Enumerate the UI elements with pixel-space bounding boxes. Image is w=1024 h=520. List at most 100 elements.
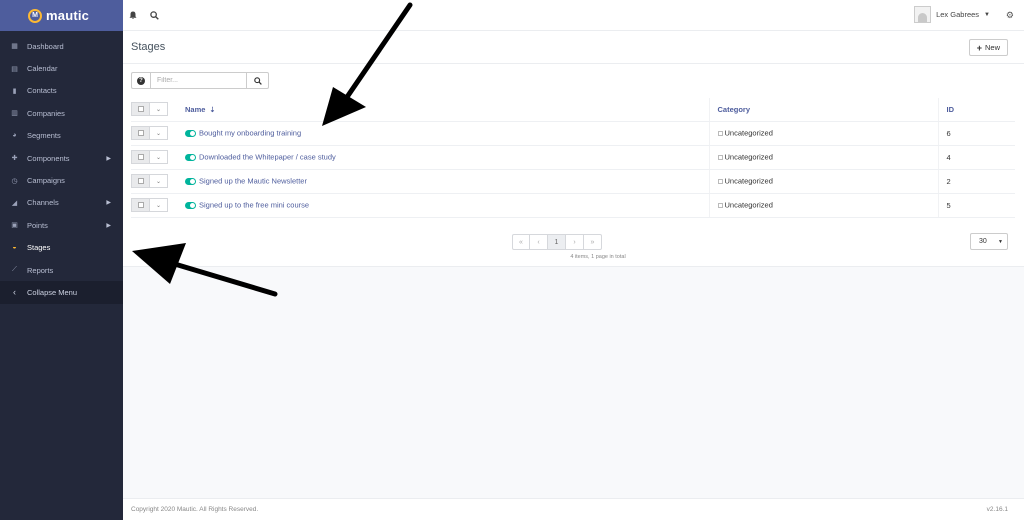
row-actions-dropdown[interactable]: ⌄ <box>150 174 168 188</box>
pagination-info: 4 items, 1 page in total <box>570 254 626 260</box>
row-checkbox[interactable] <box>131 126 150 140</box>
sort-icon: ⇣ <box>209 106 216 114</box>
gear-icon[interactable]: ⚙ <box>1006 10 1014 21</box>
stage-name-link[interactable]: Signed up the Mautic Newsletter <box>199 177 307 186</box>
puzzle-icon: ✚ <box>11 155 18 163</box>
category-color-icon <box>717 178 723 184</box>
table-header-row: ⌄ Name ⇣ Category ID <box>131 98 1015 122</box>
bell-icon[interactable] <box>128 10 138 20</box>
category-color-icon <box>717 130 723 136</box>
row-actions-dropdown[interactable]: ⌄ <box>150 150 168 164</box>
contact-icon: ▮ <box>12 87 17 95</box>
table-row: ⌄ Downloaded the Whitepaper / case study… <box>131 145 1015 170</box>
published-toggle[interactable] <box>185 129 196 137</box>
caret-right-icon: ▶ <box>106 222 111 229</box>
sidebar-item-points[interactable]: ▣ Points ▶ <box>0 214 123 236</box>
row-checkbox[interactable] <box>131 174 150 188</box>
search-icon[interactable] <box>149 10 159 20</box>
new-button-label: New <box>984 43 1000 52</box>
published-toggle[interactable] <box>185 153 196 161</box>
published-toggle[interactable] <box>185 177 196 185</box>
category-label: Uncategorized <box>724 176 773 186</box>
sidebar-item-label: Dashboard <box>27 41 64 51</box>
select-all-checkbox[interactable] <box>131 102 150 117</box>
stage-id: 4 <box>946 152 951 162</box>
next-page-button[interactable]: › <box>566 234 584 250</box>
filter-search-button[interactable] <box>247 72 269 89</box>
search-icon <box>253 76 262 85</box>
question-icon: ? <box>137 76 145 85</box>
user-menu[interactable]: Lex Gabrees ▼ <box>914 6 990 23</box>
sidebar-item-campaigns[interactable]: ◷ Campaigns <box>0 169 123 191</box>
collapse-menu-button[interactable]: ‹ Collapse Menu <box>0 281 123 304</box>
sidebar-item-label: Calendar <box>27 64 58 74</box>
sidebar-item-calendar[interactable]: ▤ Calendar <box>0 57 123 79</box>
sidebar-item-label: Companies <box>27 108 65 118</box>
row-actions-dropdown[interactable]: ⌄ <box>150 198 168 212</box>
page-1-button[interactable]: 1 <box>548 234 566 250</box>
chevron-down-icon: ▼ <box>984 11 990 18</box>
sidebar-item-label: Channels <box>27 198 59 208</box>
sidebar-item-channels[interactable]: ◢ Channels ▶ <box>0 192 123 214</box>
calculator-icon: ▣ <box>11 222 18 230</box>
sidebar-item-segments[interactable]: ◕ Segments <box>0 125 123 147</box>
prev-page-button[interactable]: ‹ <box>530 234 548 250</box>
brand-logo[interactable]: M mautic <box>0 0 123 31</box>
bell-icon-svg <box>129 11 137 19</box>
content-background <box>123 267 1024 498</box>
category-label: Uncategorized <box>724 200 773 210</box>
tachometer-icon: ◒ <box>12 244 17 252</box>
calendar-icon: ▤ <box>11 65 18 73</box>
version-text: v2.16.1 <box>986 506 1008 513</box>
row-checkbox[interactable] <box>131 198 150 212</box>
sidebar-item-label: Reports <box>27 265 54 275</box>
sidebar-item-components[interactable]: ✚ Components ▶ <box>0 147 123 169</box>
pagination: « ‹ 1 › » <box>512 234 602 250</box>
filter-bar: ? <box>131 72 269 89</box>
sidebar-item-dashboard[interactable]: ▦ Dashboard <box>0 35 123 57</box>
column-header-name[interactable]: Name ⇣ <box>177 98 709 122</box>
stage-id: 6 <box>946 128 951 138</box>
table-row: ⌄ Signed up the Mautic Newsletter Uncate… <box>131 169 1015 194</box>
last-page-button[interactable]: » <box>584 234 602 250</box>
category-label: Uncategorized <box>724 128 773 138</box>
column-header-id[interactable]: ID <box>937 98 1015 122</box>
category-color-icon <box>717 202 723 208</box>
sidebar-item-companies[interactable]: ▥ Companies <box>0 102 123 124</box>
mautic-logo-icon: M <box>28 8 42 23</box>
new-button[interactable]: + New <box>968 39 1008 56</box>
published-toggle[interactable] <box>185 201 196 209</box>
stage-id: 5 <box>946 200 951 210</box>
caret-down-icon: ▼ <box>998 238 1003 245</box>
column-header-name-label: Name <box>185 104 206 114</box>
bulk-actions-dropdown[interactable]: ⌄ <box>150 102 168 117</box>
row-actions-dropdown[interactable]: ⌄ <box>150 126 168 140</box>
stage-name-link[interactable]: Bought my onboarding training <box>199 129 301 138</box>
sidebar-item-contacts[interactable]: ▮ Contacts <box>0 80 123 102</box>
stage-name-link[interactable]: Signed up to the free mini course <box>199 201 309 210</box>
search-icon-svg <box>149 10 159 20</box>
pie-chart-icon: ◕ <box>12 132 17 140</box>
building-icon: ▥ <box>11 110 18 118</box>
column-header-category[interactable]: Category <box>708 98 938 122</box>
category-label: Uncategorized <box>724 152 773 162</box>
copyright-text: Copyright 2020 Mautic. All Rights Reserv… <box>131 506 259 513</box>
main-nav: ▦ Dashboard ▤ Calendar ▮ Contacts ▥ Comp… <box>0 35 123 304</box>
first-page-button[interactable]: « <box>512 234 530 250</box>
row-checkbox[interactable] <box>131 150 150 164</box>
sidebar-item-reports[interactable]: ⟋ Reports <box>0 259 123 281</box>
sidebar-item-stages[interactable]: ◒ Stages <box>0 237 123 259</box>
plus-icon: + <box>976 42 982 53</box>
stage-name-link[interactable]: Downloaded the Whitepaper / case study <box>199 153 336 162</box>
page-limit-value: 30 <box>979 238 987 245</box>
table-row: ⌄ Bought my onboarding training Uncatego… <box>131 121 1015 146</box>
filter-input[interactable] <box>150 72 247 89</box>
brand-name: mautic <box>46 8 90 23</box>
sidebar-item-label: Stages <box>27 243 51 253</box>
caret-right-icon: ▶ <box>106 155 111 162</box>
page-title: Stages <box>131 41 166 53</box>
page-limit-select[interactable]: 30 ▼ <box>970 233 1008 250</box>
sidebar-item-label: Campaigns <box>27 176 65 186</box>
stages-table: ⌄ Name ⇣ Category ID ⌄ Bought my onboard… <box>131 98 1015 218</box>
filter-help-button[interactable]: ? <box>131 72 150 89</box>
